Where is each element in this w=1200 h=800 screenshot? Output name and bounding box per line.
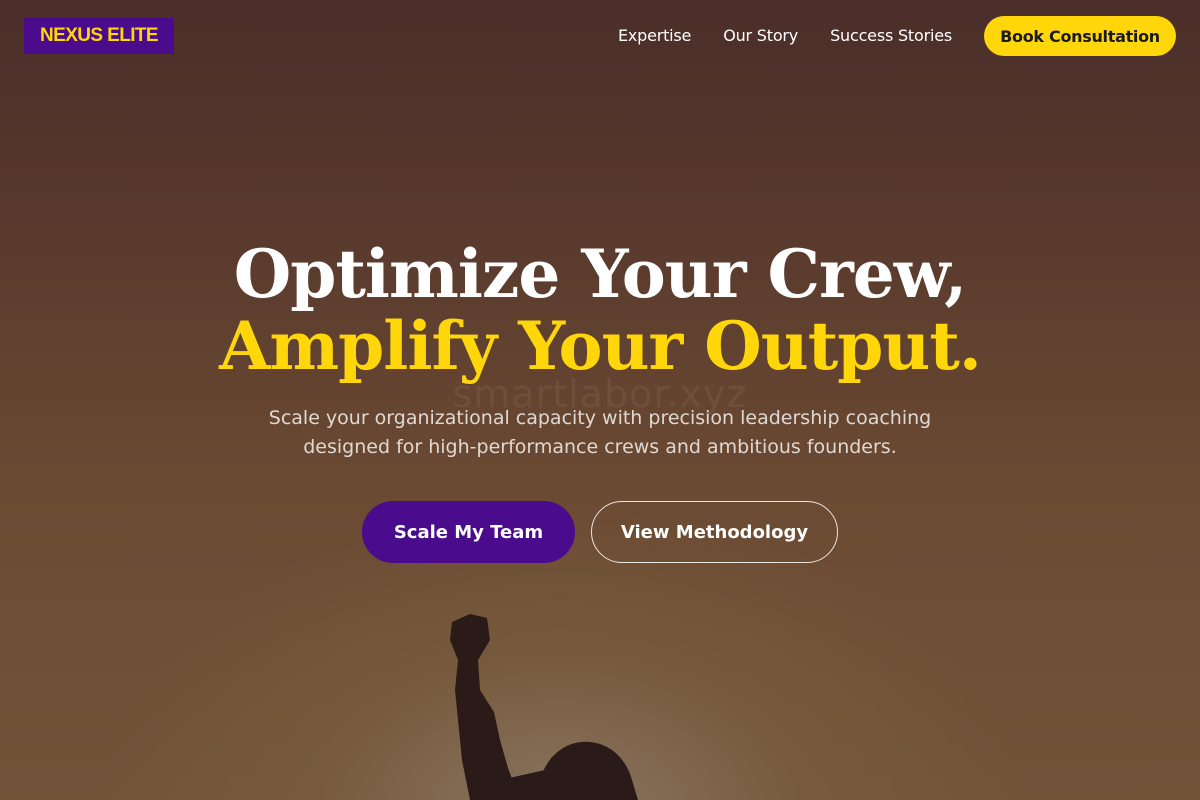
nav-link-success-stories[interactable]: Success Stories (830, 24, 952, 48)
top-navbar: NEXUS ELITE Expertise Our Story Success … (0, 0, 1200, 72)
headline-line-1: Optimize Your Crew, (233, 235, 967, 313)
nav-links: Expertise Our Story Success Stories (618, 24, 952, 48)
scale-my-team-button[interactable]: Scale My Team (362, 501, 575, 563)
brand-logo[interactable]: NEXUS ELITE (24, 18, 174, 54)
nav-link-expertise[interactable]: Expertise (618, 24, 691, 48)
headline-line-2: Amplify Your Output. (219, 307, 982, 385)
hero-headline: Optimize Your Crew, Amplify Your Output. (0, 236, 1200, 380)
hero-subtitle: Scale your organizational capacity with … (268, 407, 932, 458)
view-methodology-button[interactable]: View Methodology (591, 501, 838, 563)
nav-link-our-story[interactable]: Our Story (723, 24, 798, 48)
book-consultation-button[interactable]: Book Consultation (984, 16, 1176, 56)
